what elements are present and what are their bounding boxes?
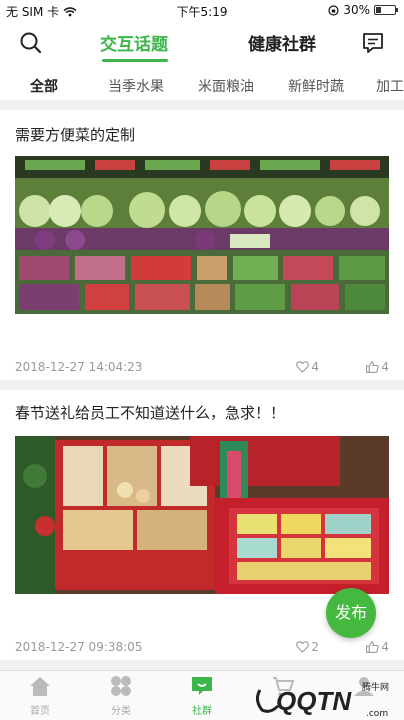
like-count: 2 <box>311 640 319 654</box>
watermark-url: .com <box>366 709 388 719</box>
category-bar: 全部 当季水果 米面粮油 新鲜时蔬 加工 <box>0 68 404 100</box>
heart-icon <box>296 361 310 373</box>
orientation-lock-icon <box>328 4 339 16</box>
home-icon <box>30 677 50 696</box>
battery-percent: 30% <box>343 3 370 17</box>
message-icon[interactable] <box>360 30 386 56</box>
category-grain-oil[interactable]: 米面粮油 <box>198 76 254 96</box>
bottom-tab-home[interactable]: 首页 <box>10 675 70 717</box>
watermark-logo: QQTN 腾牛网 .com <box>255 681 389 719</box>
bottom-tab-label: 社群 <box>192 706 212 717</box>
category-icon <box>111 676 131 696</box>
active-tab-indicator <box>102 59 168 62</box>
post-image-vegetables <box>15 156 389 314</box>
category-all[interactable]: 全部 <box>30 76 58 96</box>
community-icon <box>192 677 212 695</box>
thumbs-up-button[interactable]: 4 <box>366 360 389 374</box>
like-button[interactable]: 4 <box>296 360 319 374</box>
heart-icon <box>296 641 310 653</box>
tab-health-community[interactable]: 健康社群 <box>248 30 316 55</box>
bottom-tab-label: 首页 <box>30 706 50 717</box>
bottom-tab-community[interactable]: 社群 <box>172 675 232 717</box>
bottom-tab-label: 分类 <box>111 706 131 717</box>
post-image-gift-boxes <box>15 436 389 594</box>
thumbs-up-icon <box>366 641 380 653</box>
status-right: 30% <box>328 3 398 17</box>
thumbs-up-count: 4 <box>381 360 389 374</box>
divider <box>0 660 404 670</box>
thumbs-up-count: 4 <box>381 640 389 654</box>
post-date: 2018-12-27 09:38:05 <box>15 640 143 654</box>
thumbs-up-button[interactable]: 4 <box>366 640 389 654</box>
category-fresh-vegetables[interactable]: 新鲜时蔬 <box>288 76 344 96</box>
category-processed[interactable]: 加工 <box>376 76 404 96</box>
post-date: 2018-12-27 14:04:23 <box>15 360 143 374</box>
post-card[interactable]: 需要方便菜的定制 2018-12-27 14:04:23 4 4 <box>0 110 404 380</box>
watermark-sub: 腾牛网 <box>362 681 389 693</box>
status-bar: 无 SIM 卡 下午5:19 30% <box>0 0 404 22</box>
category-seasonal-fruit[interactable]: 当季水果 <box>108 76 164 96</box>
top-nav: 交互话题 健康社群 <box>0 22 404 64</box>
watermark-brand: QQTN <box>276 686 352 716</box>
like-count: 4 <box>311 360 319 374</box>
battery-icon <box>374 5 398 15</box>
thumbs-up-icon <box>366 361 380 373</box>
publish-button[interactable]: 发布 <box>326 588 376 638</box>
post-title: 春节送礼给员工不知道送什么，急求！！ <box>15 404 286 422</box>
divider <box>0 100 404 110</box>
divider <box>0 380 404 390</box>
like-button[interactable]: 2 <box>296 640 319 654</box>
post-title: 需要方便菜的定制 <box>15 126 136 144</box>
search-icon[interactable] <box>18 30 44 56</box>
bottom-tab-category[interactable]: 分类 <box>91 675 151 717</box>
tab-interactive-topics[interactable]: 交互话题 <box>100 30 168 55</box>
